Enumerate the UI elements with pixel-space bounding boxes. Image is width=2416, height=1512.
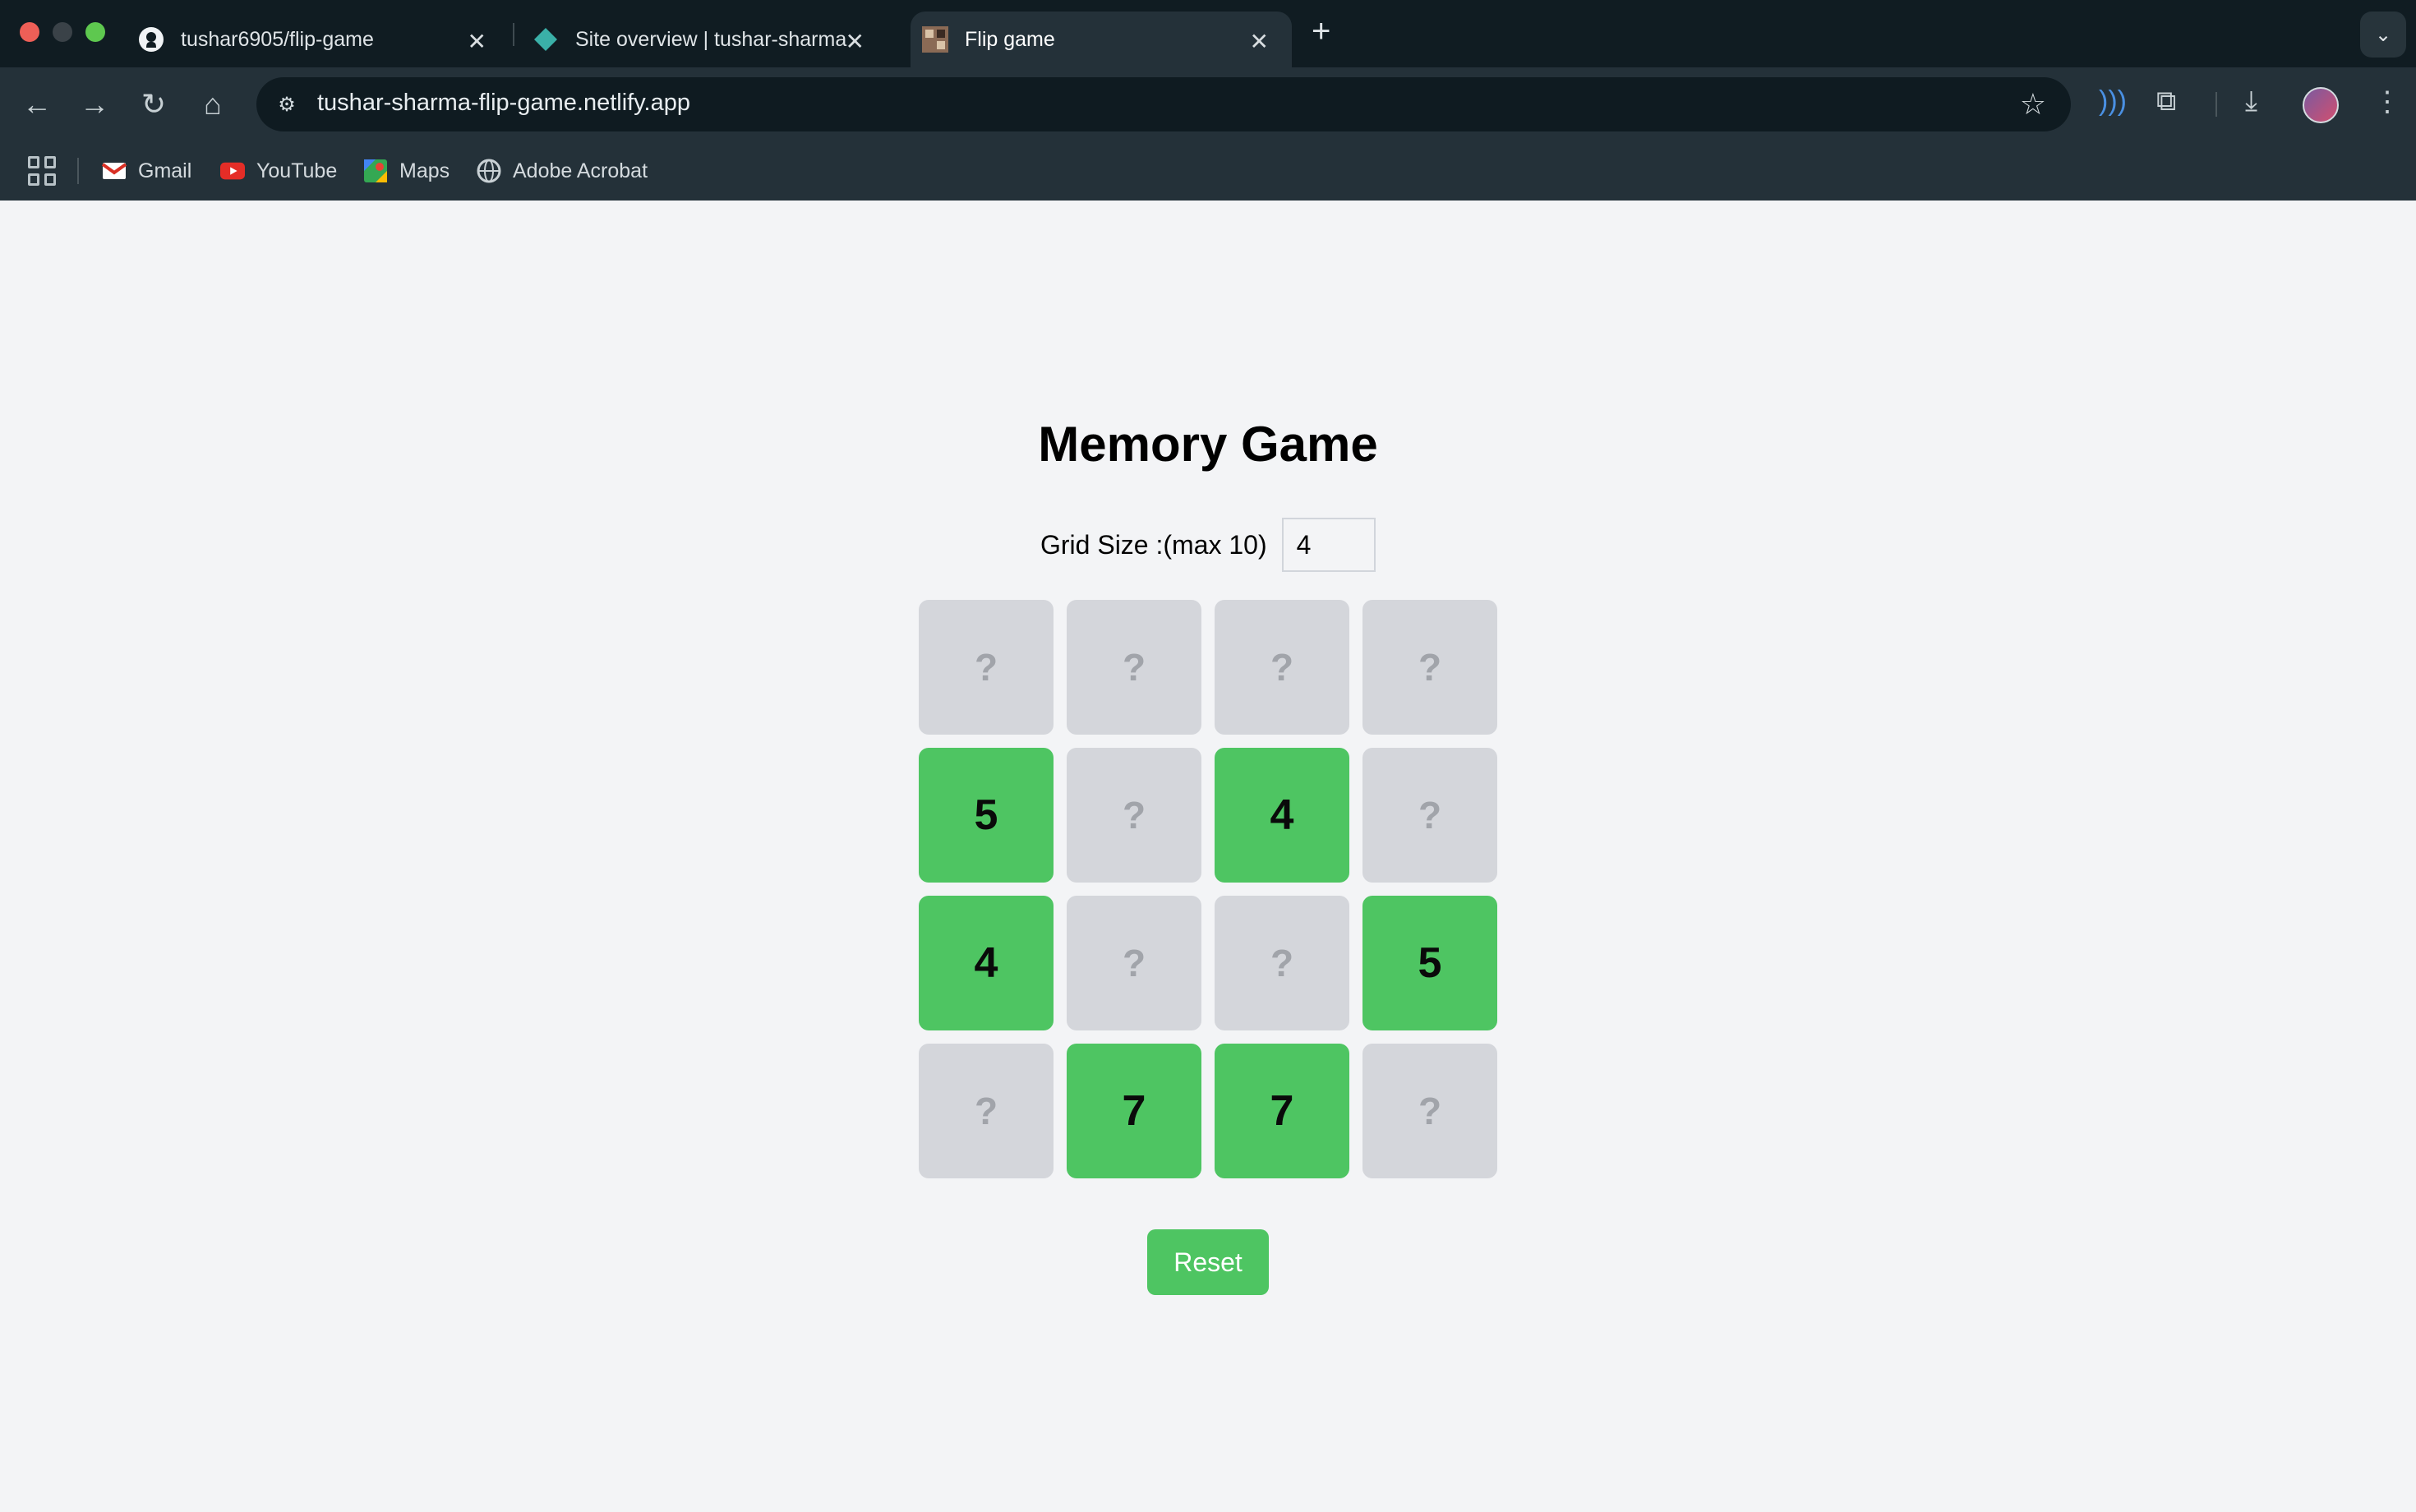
tab-netlify[interactable]: Site overview | tushar-sharma ✕: [533, 12, 901, 67]
bookmark-star-icon[interactable]: ☆: [2020, 87, 2046, 122]
apps-icon[interactable]: [28, 156, 58, 186]
card-hidden[interactable]: ?: [1067, 748, 1201, 883]
card-matched[interactable]: 7: [1215, 1044, 1349, 1178]
menu-icon[interactable]: ⋮: [2373, 85, 2401, 118]
back-icon[interactable]: ←: [18, 85, 56, 123]
card-hidden[interactable]: ?: [1362, 1044, 1497, 1178]
tab-title: tushar6905/flip-game: [181, 27, 374, 51]
forward-icon[interactable]: →: [76, 85, 113, 123]
card-matched[interactable]: 7: [1067, 1044, 1201, 1178]
card-hidden[interactable]: ?: [1215, 896, 1349, 1030]
site-favicon: [922, 26, 948, 53]
grid-size-control: Grid Size :(max 10): [1040, 518, 1376, 572]
card-hidden[interactable]: ?: [919, 600, 1054, 735]
card-hidden[interactable]: ?: [1362, 748, 1497, 883]
tab-flip-game[interactable]: Flip game ✕: [911, 12, 1292, 67]
card-matched[interactable]: 4: [1215, 748, 1349, 883]
card-hidden[interactable]: ?: [1067, 600, 1201, 735]
netlify-icon: [533, 26, 559, 53]
site-info-icon[interactable]: ⚙: [271, 89, 302, 120]
window-minimize-button[interactable]: [53, 22, 72, 42]
profile-avatar[interactable]: [2303, 87, 2339, 123]
card-hidden[interactable]: ?: [1215, 600, 1349, 735]
bookmark-youtube[interactable]: YouTube: [220, 156, 337, 186]
page-content: Memory Game Grid Size :(max 10) ????5?4?…: [0, 201, 2416, 1512]
grid-size-label: Grid Size :(max 10): [1040, 529, 1267, 560]
media-icon[interactable]: ))): [2099, 85, 2127, 118]
card-matched[interactable]: 5: [919, 748, 1054, 883]
grid-size-input[interactable]: [1281, 518, 1376, 572]
toolbar-divider: [2215, 92, 2217, 117]
tab-strip: tushar6905/flip-game ✕ Site overview | t…: [0, 0, 2416, 67]
reset-button[interactable]: Reset: [1147, 1229, 1269, 1295]
tab-github[interactable]: tushar6905/flip-game ✕: [138, 12, 509, 67]
close-icon[interactable]: ✕: [846, 28, 865, 55]
bookmark-adobe-acrobat[interactable]: Adobe Acrobat: [477, 156, 648, 186]
close-icon[interactable]: ✕: [468, 28, 486, 55]
youtube-icon: [220, 159, 245, 183]
new-tab-icon[interactable]: +: [1312, 13, 1330, 50]
address-bar[interactable]: ⚙ tushar-sharma-flip-game.netlify.app ☆: [256, 77, 2071, 131]
card-grid: ???? 5? 4? 4?? 5? 7 7?: [919, 600, 1497, 1178]
card-hidden[interactable]: ?: [1362, 600, 1497, 735]
extensions-icon[interactable]: ⧉: [2156, 85, 2176, 118]
url-text: tushar-sharma-flip-game.netlify.app: [317, 90, 690, 116]
github-icon: [138, 26, 164, 53]
browser-chrome: tushar6905/flip-game ✕ Site overview | t…: [0, 0, 2416, 201]
bookmark-label: Gmail: [138, 159, 192, 182]
reload-icon[interactable]: ↻: [135, 85, 173, 123]
tab-title: Site overview | tushar-sharma: [575, 27, 847, 51]
card-hidden[interactable]: ?: [919, 1044, 1054, 1178]
page-title: Memory Game: [1038, 417, 1378, 472]
bookmark-label: Maps: [399, 159, 450, 182]
globe-icon: [477, 159, 501, 183]
tab-search-icon[interactable]: ⌄: [2360, 12, 2406, 58]
card-matched[interactable]: 4: [919, 896, 1054, 1030]
maps-icon: [363, 159, 388, 183]
bookmark-maps[interactable]: Maps: [363, 156, 450, 186]
bookmark-label: YouTube: [256, 159, 338, 182]
home-icon[interactable]: ⌂: [194, 85, 232, 123]
bookmarks-bar: Gmail YouTube Maps Adobe Acrobat: [0, 141, 2416, 201]
window-close-button[interactable]: [20, 22, 39, 42]
bookmarks-divider: [77, 158, 79, 184]
close-icon[interactable]: ✕: [1250, 28, 1269, 55]
bookmark-gmail[interactable]: Gmail: [102, 156, 191, 186]
tab-divider: [513, 23, 514, 46]
gmail-icon: [102, 159, 127, 183]
download-icon[interactable]: ⤓: [2245, 85, 2257, 118]
window-maximize-button[interactable]: [85, 22, 105, 42]
toolbar: ← → ↻ ⌂ ⚙ tushar-sharma-flip-game.netlif…: [0, 67, 2416, 141]
tab-title: Flip game: [965, 27, 1055, 51]
bookmark-label: Adobe Acrobat: [513, 159, 648, 182]
card-hidden[interactable]: ?: [1067, 896, 1201, 1030]
card-matched[interactable]: 5: [1362, 896, 1497, 1030]
